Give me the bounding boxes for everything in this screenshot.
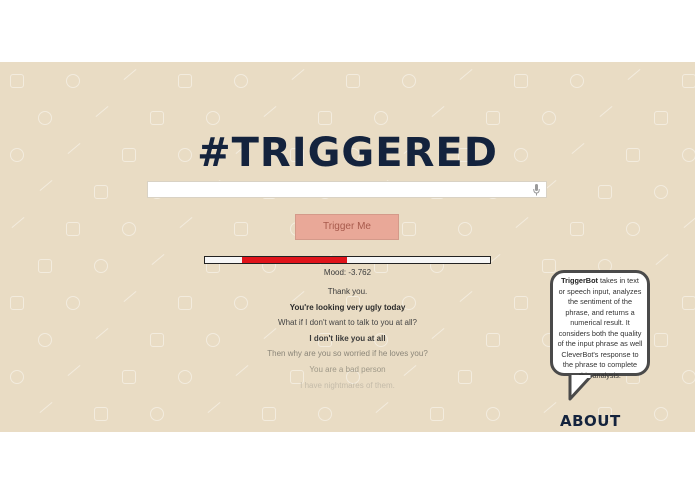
doodle-icon — [570, 222, 584, 236]
microphone-icon[interactable] — [533, 184, 540, 196]
doodle-icon — [234, 74, 248, 88]
doodle-icon — [683, 216, 695, 229]
doodle-icon — [655, 253, 669, 266]
doodle-icon — [318, 407, 332, 421]
doodle-icon — [11, 216, 25, 229]
doodle-icon — [318, 111, 332, 125]
doodle-icon — [542, 111, 556, 125]
doodle-icon — [66, 74, 80, 88]
page-title: #TRIGGERED — [197, 130, 498, 176]
doodle-icon — [486, 111, 500, 125]
doodle-icon — [431, 105, 445, 118]
doodle-icon — [38, 111, 52, 125]
doodle-icon — [179, 216, 193, 229]
doodle-icon — [599, 105, 613, 118]
doodle-icon — [515, 216, 529, 229]
doodle-icon — [654, 185, 668, 199]
doodle-icon — [626, 222, 640, 236]
doodle-icon — [627, 68, 641, 81]
doodle-icon — [598, 185, 612, 199]
doodle-icon — [122, 222, 136, 236]
doodle-icon — [262, 407, 276, 421]
doodle-icon — [346, 74, 360, 88]
doodle-icon — [402, 74, 416, 88]
doodle-icon — [570, 74, 584, 88]
search-bar[interactable] — [147, 181, 547, 200]
doodle-icon — [543, 401, 557, 414]
doodle-icon — [206, 111, 220, 125]
doodle-icon — [234, 222, 248, 236]
doodle-icon — [486, 407, 500, 421]
doodle-icon — [66, 222, 80, 236]
trigger-me-button[interactable]: Trigger Me — [295, 214, 399, 240]
doodle-icon — [123, 68, 137, 81]
about-speech-bubble: TriggerBot takes in text or speech input… — [550, 270, 650, 380]
about-description: takes in text or speech input, analyzes … — [557, 276, 643, 380]
doodle-icon — [430, 407, 444, 421]
doodle-icon — [39, 401, 53, 414]
doodle-icon — [458, 222, 472, 236]
doodle-icon — [10, 74, 24, 88]
doodle-icon — [402, 222, 416, 236]
doodle-icon — [178, 74, 192, 88]
doodle-icon — [654, 111, 668, 125]
doodle-icon — [374, 111, 388, 125]
about-bot-name: TriggerBot — [561, 276, 598, 285]
mood-bar-fill — [242, 257, 348, 263]
doodle-icon — [375, 401, 389, 414]
doodle-icon — [263, 105, 277, 118]
doodle-icon — [514, 74, 528, 88]
phrase-input[interactable] — [148, 184, 540, 200]
doodle-icon — [207, 401, 221, 414]
doodle-icon — [94, 407, 108, 421]
doodle-icon — [94, 185, 108, 199]
speech-bubble-tail — [568, 375, 594, 401]
doodle-icon — [151, 253, 165, 266]
doodle-icon — [150, 407, 164, 421]
doodle-icon — [682, 74, 695, 88]
page-background: #TRIGGERED Trigger Me Mood: -3.762 Thank… — [0, 62, 695, 432]
doodle-icon — [291, 68, 305, 81]
doodle-icon — [39, 179, 53, 192]
mood-bar — [204, 256, 491, 264]
doodle-icon — [459, 68, 473, 81]
doodle-icon — [150, 111, 164, 125]
about-heading[interactable]: ABOUT — [560, 412, 621, 430]
doodle-icon — [654, 407, 668, 421]
doodle-icon — [95, 105, 109, 118]
